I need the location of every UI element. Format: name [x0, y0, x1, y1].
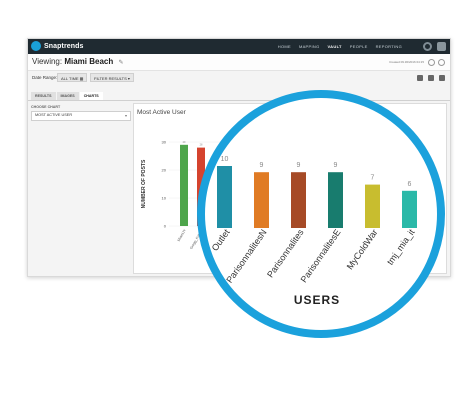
x-tick-label: Outlet — [210, 227, 232, 253]
x-tick-label: ParisonnalitesE — [299, 227, 343, 284]
chart-bar — [180, 144, 188, 226]
chart-bar — [328, 172, 343, 228]
x-tick-label: tmj_mia_it — [385, 227, 417, 267]
bar-value-label: 9 — [334, 162, 338, 169]
x-tick-label: ParisonnalitesN — [224, 227, 268, 284]
bar-value-label: 29 — [183, 141, 186, 144]
y-tick-label: 30 — [162, 140, 167, 145]
y-tick-label: 0 — [164, 224, 167, 229]
bar-value-label: 9 — [297, 162, 301, 169]
y-tick-label: 20 — [162, 168, 167, 173]
chart-bar — [402, 190, 417, 228]
x-tick-label: MiamiJY — [177, 228, 188, 242]
magnifier-lens: 10 Outlet 9 ParisonnalitesN 9 Parisonnalites 9… — [197, 90, 445, 338]
bar-value-label: 10 — [221, 156, 229, 163]
chart-bar — [365, 184, 380, 228]
zoomed-bar-chart: 10 Outlet 9 ParisonnalitesN 9 Parisonnalites 9… — [210, 156, 417, 307]
chart-bar — [217, 166, 232, 228]
chart-bar — [291, 172, 306, 228]
chart-bar — [254, 172, 269, 228]
x-tick-label: MyColdWar — [345, 227, 380, 271]
bar-value-label: 7 — [371, 175, 375, 182]
x-axis-label: USERS — [294, 293, 340, 307]
x-tick-label: Parisonnalites — [265, 227, 306, 279]
bar-value-label: 6 — [408, 181, 412, 188]
y-axis-label: NUMBER OF POSTS — [141, 159, 147, 208]
y-tick-label: 10 — [162, 196, 167, 201]
bar-value-label: 9 — [260, 162, 264, 169]
bar-value-label: 28 — [200, 144, 203, 147]
